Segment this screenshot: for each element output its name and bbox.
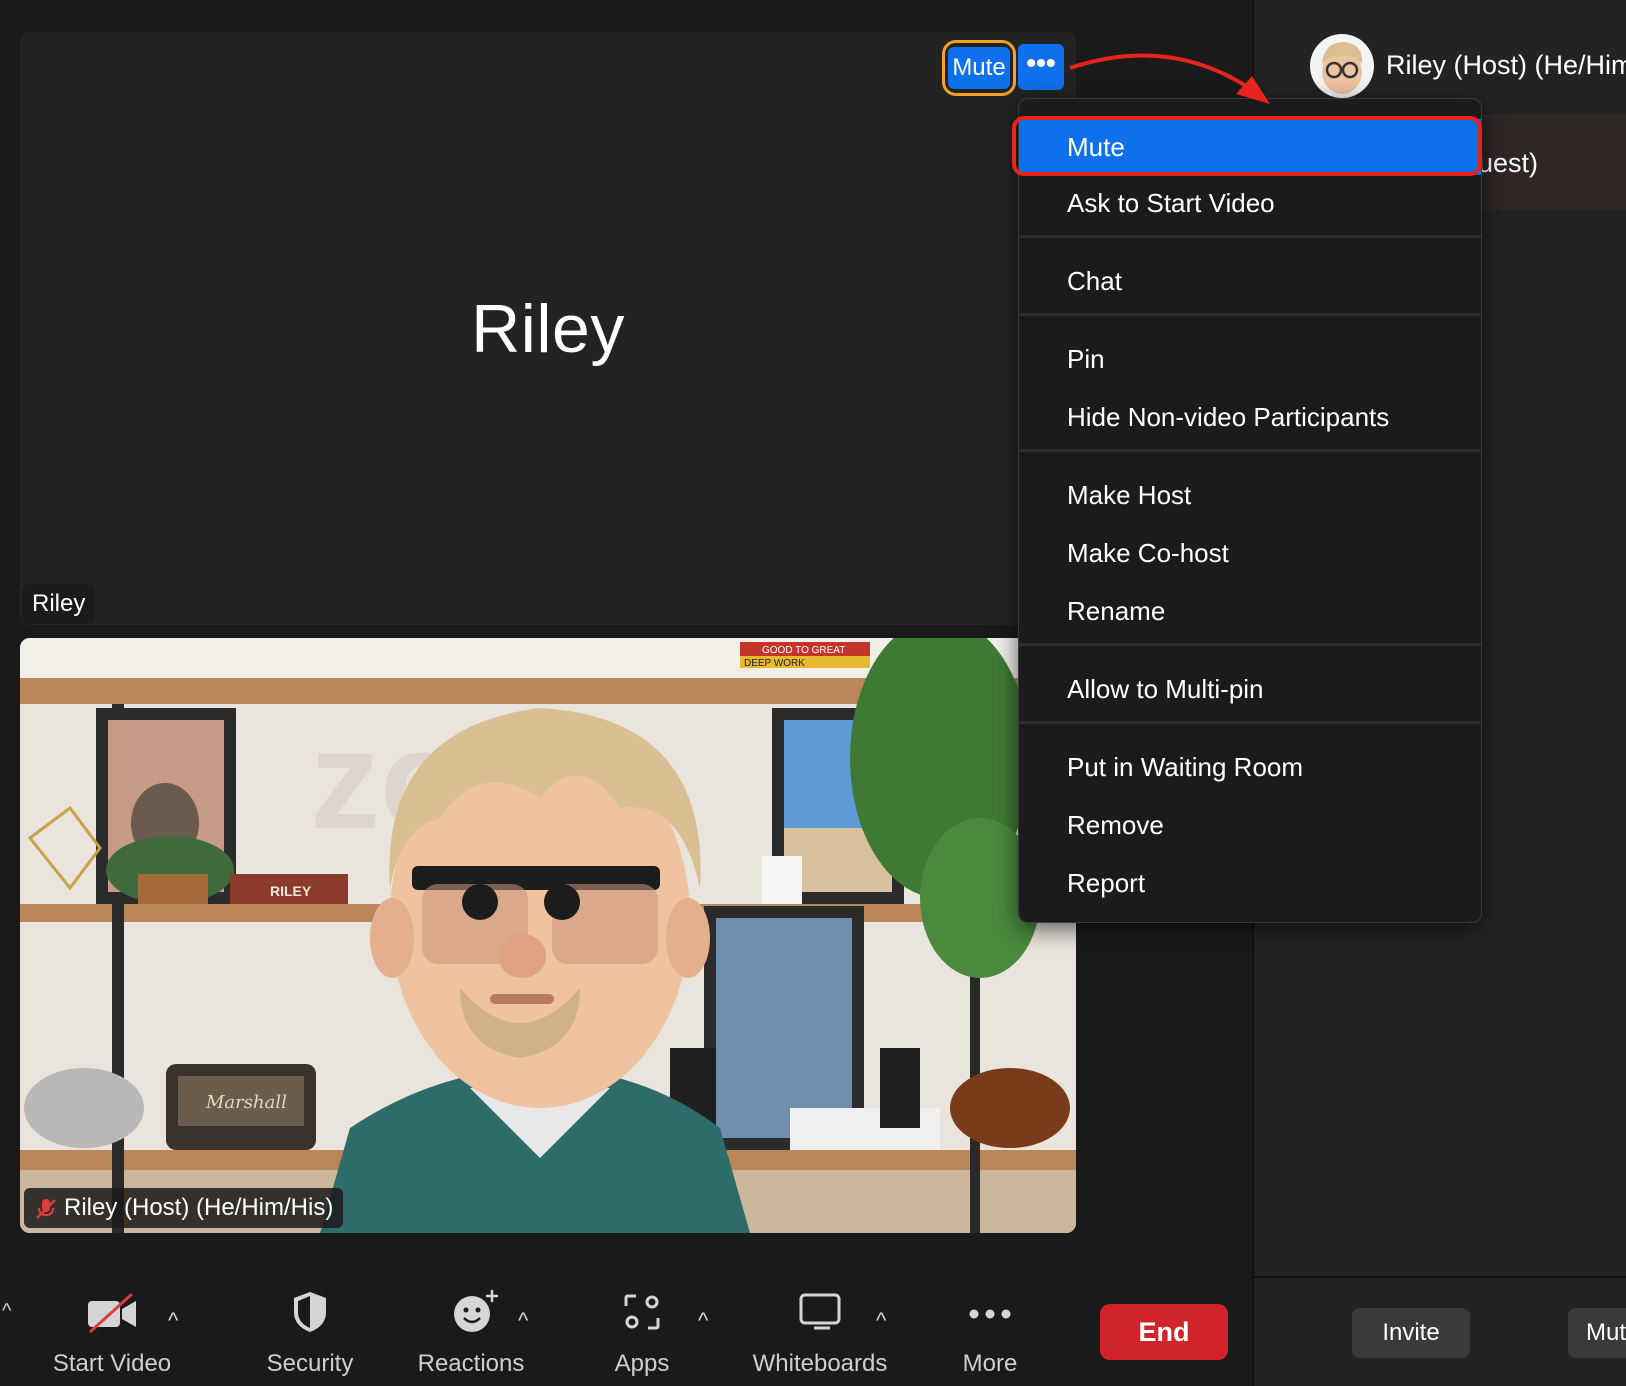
menu-separator	[1019, 643, 1481, 646]
host-participant-name: Riley (Host) (He/Him	[1386, 50, 1626, 80]
menu-item-make-host[interactable]: Make Host	[1019, 467, 1481, 523]
video-tile-host[interactable]: zoom RILEY GOOD TO GREAT DEEP WORK	[20, 638, 1076, 1233]
video-off-icon	[88, 1292, 136, 1334]
security-label: Security	[266, 1350, 354, 1377]
menu-item-rename[interactable]: Rename	[1019, 583, 1481, 639]
annotation-highlight-box	[1012, 116, 1482, 176]
menu-item-report[interactable]: Report	[1019, 855, 1481, 911]
invite-button[interactable]: Invite	[1352, 1308, 1470, 1358]
participant-name-large: Riley	[471, 291, 625, 367]
menu-separator	[1019, 721, 1481, 724]
svg-text:GOOD TO GREAT: GOOD TO GREAT	[762, 645, 845, 656]
svg-text:Marshall: Marshall	[205, 1092, 287, 1113]
menu-item-hide-non-video[interactable]: Hide Non-video Participants	[1019, 389, 1481, 445]
reactions-label: Reactions	[417, 1350, 525, 1377]
mute-all-button[interactable]: Mut	[1568, 1308, 1626, 1358]
whiteboards-label: Whiteboards	[752, 1350, 888, 1377]
reactions-button[interactable]: Reactions	[406, 1278, 536, 1386]
more-dots-icon	[969, 1309, 1011, 1319]
whiteboards-button[interactable]: Whiteboards	[744, 1278, 896, 1386]
video-name-label: Riley (Host) (He/Him/His)	[24, 1188, 344, 1228]
toolbar-left-caret[interactable]: ^	[2, 1300, 11, 1323]
mic-muted-icon	[36, 1199, 56, 1219]
whiteboard-icon	[799, 1293, 841, 1330]
start-video-button[interactable]: Start Video	[40, 1278, 184, 1386]
end-meeting-button[interactable]: End	[1100, 1304, 1228, 1360]
menu-item-make-cohost[interactable]: Make Co-host	[1019, 525, 1481, 581]
security-button[interactable]: Security	[252, 1278, 368, 1386]
tile-mute-label: Mute	[948, 47, 1010, 89]
menu-separator	[1019, 449, 1481, 452]
shield-icon	[294, 1292, 326, 1332]
menu-separator	[1019, 235, 1481, 238]
apps-icon	[624, 1294, 660, 1330]
annotation-arrow-icon	[1069, 53, 1270, 104]
menu-item-remove[interactable]: Remove	[1019, 797, 1481, 853]
svg-text:DEEP WORK: DEEP WORK	[744, 658, 805, 669]
more-label: More	[962, 1350, 1018, 1377]
host-avatar	[1310, 34, 1374, 98]
menu-item-chat[interactable]: Chat	[1019, 253, 1481, 309]
apps-caret[interactable]: ^	[698, 1308, 708, 1334]
svg-text:RILEY: RILEY	[270, 883, 312, 899]
apps-button[interactable]: Apps	[592, 1278, 692, 1386]
guest-participant-name: uest)	[1478, 148, 1539, 178]
menu-item-allow-multipin[interactable]: Allow to Multi-pin	[1019, 661, 1481, 717]
tile-mute-button[interactable]: Mute	[942, 40, 1016, 96]
menu-item-waiting-room[interactable]: Put in Waiting Room	[1019, 739, 1481, 795]
menu-separator	[1019, 313, 1481, 316]
reactions-caret[interactable]: ^	[518, 1308, 528, 1334]
participant-tile-label: Riley	[22, 584, 96, 624]
menu-item-ask-start-video[interactable]: Ask to Start Video	[1019, 175, 1481, 231]
menu-item-pin[interactable]: Pin	[1019, 331, 1481, 387]
start-video-caret[interactable]: ^	[168, 1308, 178, 1334]
reaction-smiley-icon	[454, 1290, 498, 1332]
start-video-label: Start Video	[52, 1350, 172, 1377]
whiteboards-caret[interactable]: ^	[876, 1308, 886, 1334]
more-button[interactable]: More	[940, 1278, 1040, 1386]
apps-label: Apps	[614, 1350, 670, 1377]
meeting-toolbar: ^ Start Video ^ Security Reactions ^ App…	[0, 1278, 1252, 1386]
avatar-video-scene: zoom RILEY GOOD TO GREAT DEEP WORK	[20, 638, 1076, 1233]
participant-context-menu: Mute Ask to Start Video Chat Pin Hide No…	[1018, 98, 1482, 923]
panel-divider	[1254, 1276, 1626, 1278]
video-name-text: Riley (Host) (He/Him/His)	[64, 1194, 334, 1221]
tile-more-options-button[interactable]: •••	[1018, 44, 1064, 90]
